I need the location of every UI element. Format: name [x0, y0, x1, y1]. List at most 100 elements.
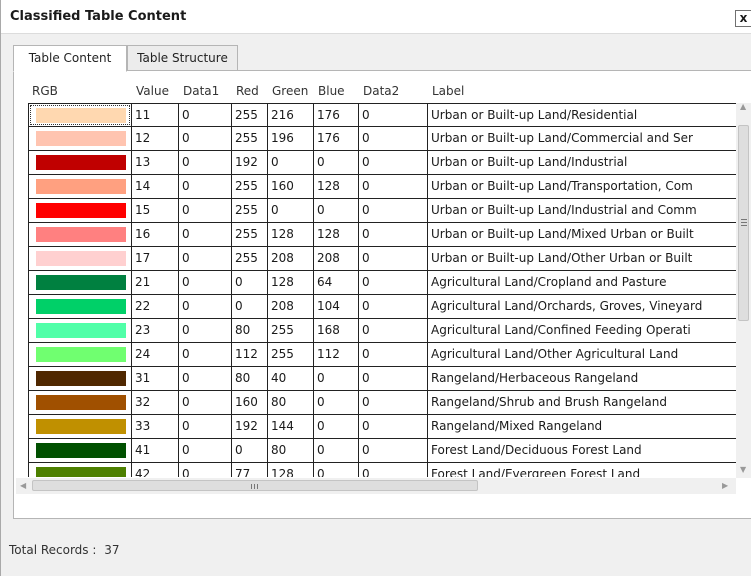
cell-label[interactable]: Urban or Built-up Land/Mixed Urban or Bu… [428, 223, 737, 247]
column-header-blue[interactable]: Blue [318, 79, 345, 103]
scroll-up-arrow-icon[interactable]: ▲ [740, 103, 746, 111]
cell-value[interactable]: 12 [132, 127, 179, 151]
cell-data1[interactable]: 0 [179, 295, 232, 319]
scroll-down-arrow-icon[interactable]: ▼ [740, 466, 746, 474]
cell-blue[interactable]: 128 [314, 223, 359, 247]
cell-data2[interactable]: 0 [359, 391, 428, 415]
cell-rgb[interactable] [28, 151, 132, 175]
cell-green[interactable]: 128 [268, 271, 314, 295]
vertical-scrollbar[interactable]: ▲ ▼ [736, 103, 751, 478]
cell-blue[interactable]: 208 [314, 247, 359, 271]
cell-data1[interactable]: 0 [179, 199, 232, 223]
cell-blue[interactable]: 0 [314, 391, 359, 415]
column-header-green[interactable]: Green [272, 79, 308, 103]
cell-rgb[interactable] [28, 247, 132, 271]
table-row[interactable]: 22 0 0 208 104 0 Agricultural Land/Orchards, G… [28, 295, 737, 319]
cell-rgb[interactable] [28, 127, 132, 151]
cell-data2[interactable]: 0 [359, 223, 428, 247]
cell-data2[interactable]: 0 [359, 175, 428, 199]
cell-value[interactable]: 11 [132, 103, 179, 127]
column-header-data1[interactable]: Data1 [183, 79, 219, 103]
table-row[interactable]: 41 0 0 80 0 0 Forest Land/Deciduous Forest Lan… [28, 439, 737, 463]
cell-rgb[interactable] [28, 367, 132, 391]
horizontal-scroll-thumb[interactable] [32, 480, 478, 491]
scroll-right-arrow-icon[interactable]: ▶ [722, 482, 728, 490]
tab-table-structure[interactable]: Table Structure [127, 45, 238, 71]
cell-value[interactable]: 42 [132, 463, 179, 477]
cell-blue[interactable]: 0 [314, 415, 359, 439]
cell-value[interactable]: 24 [132, 343, 179, 367]
cell-rgb[interactable] [28, 175, 132, 199]
column-header-data2[interactable]: Data2 [363, 79, 399, 103]
column-header-value[interactable]: Value [136, 79, 169, 103]
cell-data1[interactable]: 0 [179, 151, 232, 175]
table-row[interactable]: 16 0 255 128 128 0 Urban or Built-up Land/Mixe… [28, 223, 737, 247]
cell-blue[interactable]: 0 [314, 439, 359, 463]
cell-green[interactable]: 40 [268, 367, 314, 391]
cell-value[interactable]: 22 [132, 295, 179, 319]
cell-blue[interactable]: 104 [314, 295, 359, 319]
cell-green[interactable]: 0 [268, 199, 314, 223]
cell-label[interactable]: Urban or Built-up Land/Other Urban or Bu… [428, 247, 737, 271]
cell-data2[interactable]: 0 [359, 367, 428, 391]
cell-red[interactable]: 0 [232, 271, 268, 295]
cell-label[interactable]: Rangeland/Mixed Rangeland [428, 415, 737, 439]
table-row[interactable]: 32 0 160 80 0 0 Rangeland/Shrub and Brush Rang… [28, 391, 737, 415]
cell-data1[interactable]: 0 [179, 367, 232, 391]
cell-data2[interactable]: 0 [359, 439, 428, 463]
cell-green[interactable]: 0 [268, 151, 314, 175]
cell-data1[interactable]: 0 [179, 271, 232, 295]
cell-blue[interactable]: 0 [314, 199, 359, 223]
table-row[interactable]: 14 0 255 160 128 0 Urban or Built-up Land/Tran… [28, 175, 737, 199]
cell-data2[interactable]: 0 [359, 247, 428, 271]
cell-red[interactable]: 0 [232, 439, 268, 463]
cell-value[interactable]: 41 [132, 439, 179, 463]
table-row[interactable]: 21 0 0 128 64 0 Agricultural Land/Cropland and… [28, 271, 737, 295]
cell-data2[interactable]: 0 [359, 343, 428, 367]
cell-data2[interactable]: 0 [359, 151, 428, 175]
cell-label[interactable]: Agricultural Land/Cropland and Pasture [428, 271, 737, 295]
cell-rgb[interactable] [28, 415, 132, 439]
cell-label[interactable]: Agricultural Land/Other Agricultural Lan… [428, 343, 737, 367]
cell-red[interactable]: 80 [232, 319, 268, 343]
cell-blue[interactable]: 176 [314, 127, 359, 151]
cell-label[interactable]: Urban or Built-up Land/Industrial and Co… [428, 199, 737, 223]
cell-label[interactable]: Urban or Built-up Land/Industrial [428, 151, 737, 175]
cell-label[interactable]: Forest Land/Evergreen Forest Land [428, 463, 737, 477]
horizontal-scrollbar[interactable]: ◀ ▶ [16, 478, 736, 494]
cell-rgb[interactable] [28, 199, 132, 223]
cell-label[interactable]: Rangeland/Herbaceous Rangeland [428, 367, 737, 391]
cell-rgb[interactable] [28, 439, 132, 463]
table-row[interactable]: 12 0 255 196 176 0 Urban or Built-up Land/Comm… [28, 127, 737, 151]
table-row[interactable]: 15 0 255 0 0 0 Urban or Built-up Land/Industri… [28, 199, 737, 223]
cell-data1[interactable]: 0 [179, 391, 232, 415]
cell-data1[interactable]: 0 [179, 463, 232, 477]
cell-data2[interactable]: 0 [359, 271, 428, 295]
cell-rgb[interactable] [28, 463, 132, 477]
close-button[interactable]: x [735, 10, 751, 27]
cell-green[interactable]: 128 [268, 463, 314, 477]
cell-red[interactable]: 255 [232, 103, 268, 127]
cell-value[interactable]: 16 [132, 223, 179, 247]
cell-data2[interactable]: 0 [359, 295, 428, 319]
table-row[interactable]: 17 0 255 208 208 0 Urban or Built-up Land/Othe… [28, 247, 737, 271]
cell-red[interactable]: 160 [232, 391, 268, 415]
cell-label[interactable]: Urban or Built-up Land/Commercial and Se… [428, 127, 737, 151]
cell-red[interactable]: 255 [232, 247, 268, 271]
cell-label[interactable]: Agricultural Land/Orchards, Groves, Vine… [428, 295, 737, 319]
cell-value[interactable]: 21 [132, 271, 179, 295]
cell-label[interactable]: Agricultural Land/Confined Feeding Opera… [428, 319, 737, 343]
table-row[interactable]: 31 0 80 40 0 0 Rangeland/Herbaceous Rangeland [28, 367, 737, 391]
cell-rgb[interactable] [28, 295, 132, 319]
table-row[interactable]: 23 0 80 255 168 0 Agricultural Land/Confined F… [28, 319, 737, 343]
cell-red[interactable]: 0 [232, 295, 268, 319]
cell-blue[interactable]: 0 [314, 463, 359, 477]
cell-rgb[interactable] [28, 103, 132, 127]
cell-data2[interactable]: 0 [359, 319, 428, 343]
cell-rgb[interactable] [28, 343, 132, 367]
cell-data2[interactable]: 0 [359, 199, 428, 223]
cell-blue[interactable]: 168 [314, 319, 359, 343]
cell-green[interactable]: 144 [268, 415, 314, 439]
table-row[interactable]: 42 0 77 128 0 0 Forest Land/Evergreen Forest L… [28, 463, 737, 477]
column-header-red[interactable]: Red [236, 79, 259, 103]
